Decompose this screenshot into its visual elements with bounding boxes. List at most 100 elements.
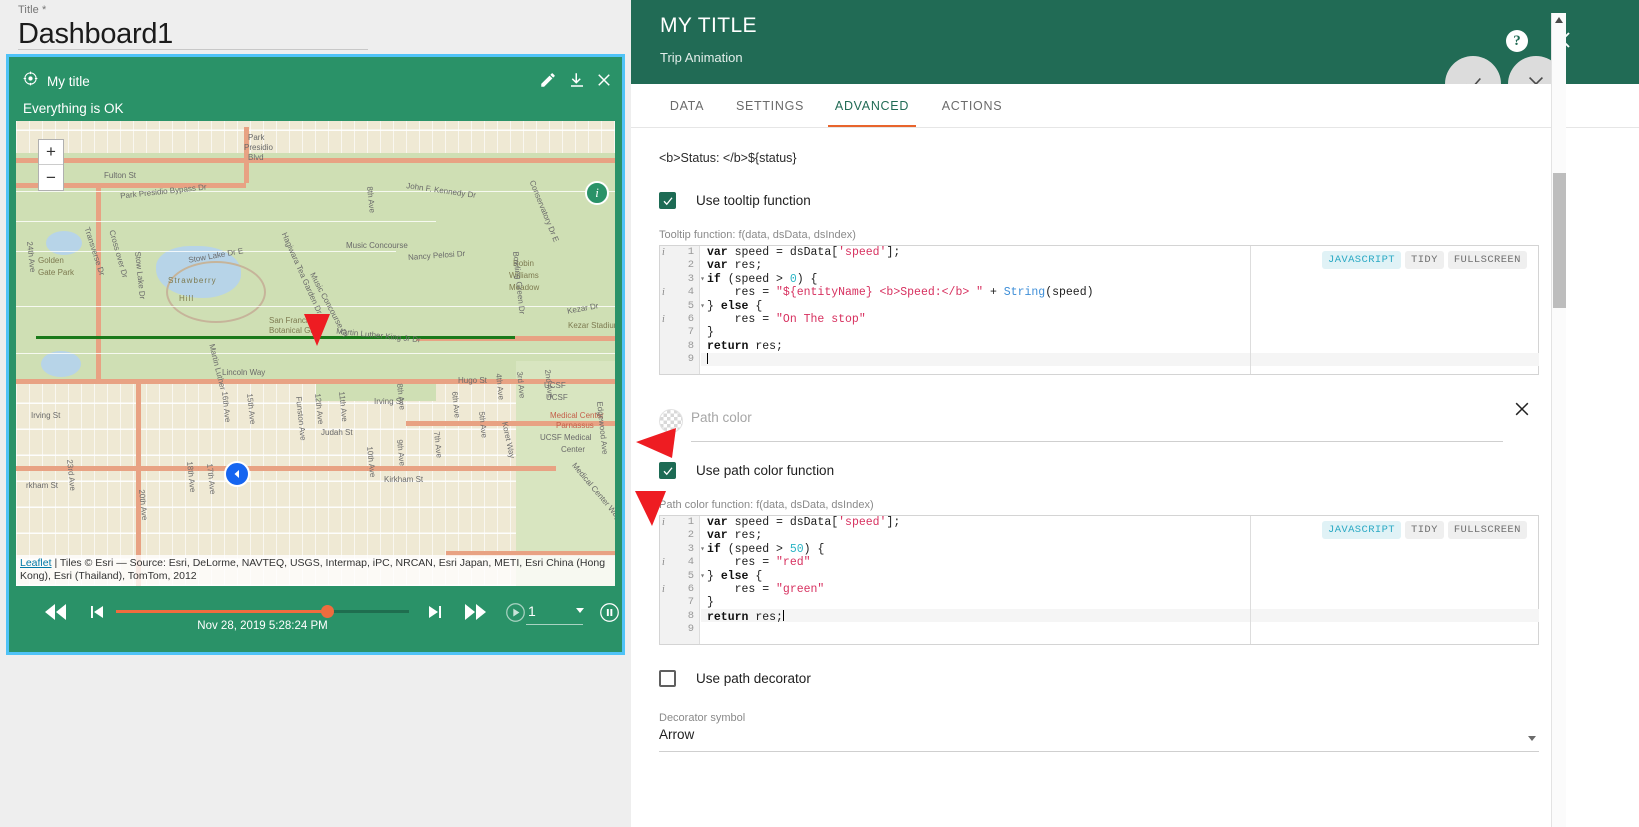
map-zoom-out-button[interactable]: − xyxy=(39,165,63,190)
editor-line-number: i6 xyxy=(662,582,694,595)
use-tooltip-function-checkbox[interactable] xyxy=(659,192,676,209)
annotation-arrow-path-color xyxy=(636,428,676,458)
editor-line[interactable]: } else { xyxy=(707,300,1538,313)
path-color-code-editor[interactable]: i 1 2 3 ▾ i 4 5 ▾ i 6 7 8 9 var speed = dsData['speed… xyxy=(659,515,1539,645)
tab-actions[interactable]: ACTIONS xyxy=(934,84,1010,128)
editor-line[interactable]: } xyxy=(707,326,1538,339)
trip-current-position-marker[interactable] xyxy=(224,461,250,487)
leaflet-link[interactable]: Leaflet xyxy=(20,557,52,569)
map-street xyxy=(16,353,615,355)
editor-line[interactable]: return res; xyxy=(707,340,1538,353)
timeline-speed-underline xyxy=(526,624,583,625)
chevron-down-icon[interactable] xyxy=(576,608,584,613)
tab-advanced[interactable]: ADVANCED xyxy=(828,84,916,128)
editor-line[interactable]: res = "On The stop" xyxy=(707,313,1538,326)
map-info-badge[interactable]: i xyxy=(585,181,609,205)
use-path-decorator-checkbox[interactable] xyxy=(659,670,676,687)
tab-data[interactable]: DATA xyxy=(660,84,714,128)
timeline-control-bar: Nov 28, 2019 5:28:24 PM 1 xyxy=(16,586,619,652)
dashboard-title-field[interactable]: Title * Dashboard1 xyxy=(18,4,368,51)
panel-scrollbar[interactable] xyxy=(1551,13,1566,827)
close-icon[interactable] xyxy=(595,71,615,91)
tidy-button[interactable]: TIDY xyxy=(1405,251,1444,269)
editor-line[interactable]: res = "red" xyxy=(707,556,1538,569)
fast-forward-icon[interactable] xyxy=(462,602,490,622)
path-color-function-signature-label: Path color function: f(data, dsData, dsI… xyxy=(659,499,874,511)
editor-line[interactable] xyxy=(707,623,1538,636)
editor-line-number: i4 xyxy=(662,556,694,569)
map-street xyxy=(16,221,436,223)
map-zoom-controls[interactable]: + − xyxy=(38,139,64,191)
editor-line-number: 3 ▾ xyxy=(687,542,705,555)
editor-line[interactable]: res = "${entityName} <b>Speed:</b> " + S… xyxy=(707,286,1538,299)
tab-settings[interactable]: SETTINGS xyxy=(730,84,810,128)
edit-pencil-icon[interactable] xyxy=(539,71,559,91)
scrollbar-thumb[interactable] xyxy=(1553,173,1566,308)
map-lake-small-southwest xyxy=(41,351,81,377)
editor-line[interactable]: if (speed > 50) { xyxy=(707,543,1538,556)
decorator-symbol-select[interactable]: Arrow xyxy=(659,727,1539,752)
editor-line[interactable]: return res; xyxy=(707,609,1538,624)
path-color-editor-toolbar: JAVASCRIPT TIDY FULLSCREEN xyxy=(1322,521,1527,539)
editor-line[interactable]: if (speed > 0) { xyxy=(707,273,1538,286)
editor-line[interactable]: } xyxy=(707,596,1538,609)
use-tooltip-function-row[interactable]: Use tooltip function xyxy=(659,192,811,209)
dashboard-title-input[interactable]: Dashboard1 xyxy=(18,16,368,51)
target-icon xyxy=(23,71,38,91)
dashboard-title-label: Title * xyxy=(18,4,47,16)
play-circle-icon[interactable] xyxy=(504,601,526,623)
editor-column-divider xyxy=(1250,246,1251,374)
annotation-arrow-map xyxy=(304,314,330,346)
map-widget-card[interactable]: My title Everything is OK Fulton St Park… xyxy=(6,54,625,655)
map-road-fulton xyxy=(16,158,615,163)
language-badge[interactable]: JAVASCRIPT xyxy=(1322,521,1402,539)
panel-tabs: DATA SETTINGS ADVANCED ACTIONS xyxy=(631,84,1639,128)
use-path-color-function-row[interactable]: Use path color function xyxy=(659,462,834,479)
fullscreen-button[interactable]: FULLSCREEN xyxy=(1447,251,1527,269)
editor-line[interactable]: res = "green" xyxy=(707,583,1538,596)
editor-line-number: 7 xyxy=(687,326,694,339)
skip-previous-icon[interactable] xyxy=(86,602,108,622)
use-path-color-function-checkbox[interactable] xyxy=(659,462,676,479)
timeline-slider-track[interactable] xyxy=(116,605,409,618)
editor-line-number: 9 xyxy=(687,353,694,366)
pause-circle-icon[interactable] xyxy=(598,601,620,623)
skip-next-icon[interactable] xyxy=(424,602,446,622)
widget-title: My title xyxy=(47,73,90,89)
decorator-symbol-label: Decorator symbol xyxy=(659,712,746,724)
widget-header: My title Everything is OK xyxy=(9,57,622,121)
editor-line-number: 9 xyxy=(687,623,694,636)
timeline-speed-value[interactable]: 1 xyxy=(528,603,536,619)
use-path-decorator-row[interactable]: Use path decorator xyxy=(659,670,811,687)
tooltip-editor-gutter: i 1 2 3 ▾ i 4 5 ▾ i 6 7 8 9 xyxy=(660,246,705,374)
advanced-tab-content: <b>Status: </b>${status} Use tooltip fun… xyxy=(631,129,1639,827)
fast-rewind-icon[interactable] xyxy=(42,602,70,622)
use-path-color-function-label: Use path color function xyxy=(696,463,835,478)
map-street xyxy=(16,191,615,193)
editor-line[interactable] xyxy=(707,353,1538,366)
leaflet-map[interactable]: Fulton St Park Presidio Bypass Dr Park P… xyxy=(16,121,615,586)
help-icon[interactable]: ? xyxy=(1506,30,1528,52)
editor-line-number: i6 xyxy=(662,312,694,325)
map-road-judah xyxy=(16,466,556,471)
timeline-current-time: Nov 28, 2019 5:28:24 PM xyxy=(197,620,328,632)
title-field-underline xyxy=(18,49,368,50)
map-hill-contour xyxy=(166,261,266,323)
dashboard-editor-pane: Title * Dashboard1 My title Everything i… xyxy=(0,0,631,827)
download-icon[interactable] xyxy=(568,71,588,91)
map-park-patch xyxy=(316,341,436,401)
tooltip-code-editor[interactable]: i 1 2 3 ▾ i 4 5 ▾ i 6 7 8 9 var speed = dsData['speed… xyxy=(659,245,1539,375)
chevron-down-icon[interactable] xyxy=(1528,736,1536,741)
fullscreen-button[interactable]: FULLSCREEN xyxy=(1447,521,1527,539)
active-tab-indicator xyxy=(828,125,916,127)
path-color-input[interactable]: Path color xyxy=(691,410,1503,436)
editor-line-number: 7 xyxy=(687,596,694,609)
clear-icon[interactable] xyxy=(1512,399,1534,421)
editor-line-number: 2 xyxy=(687,529,694,542)
editor-line[interactable]: } else { xyxy=(707,570,1538,583)
tidy-button[interactable]: TIDY xyxy=(1405,521,1444,539)
map-zoom-in-button[interactable]: + xyxy=(39,140,63,165)
timeline-slider-thumb[interactable] xyxy=(321,605,334,618)
language-badge[interactable]: JAVASCRIPT xyxy=(1322,251,1402,269)
scroll-up-arrow-icon[interactable] xyxy=(1555,17,1563,23)
